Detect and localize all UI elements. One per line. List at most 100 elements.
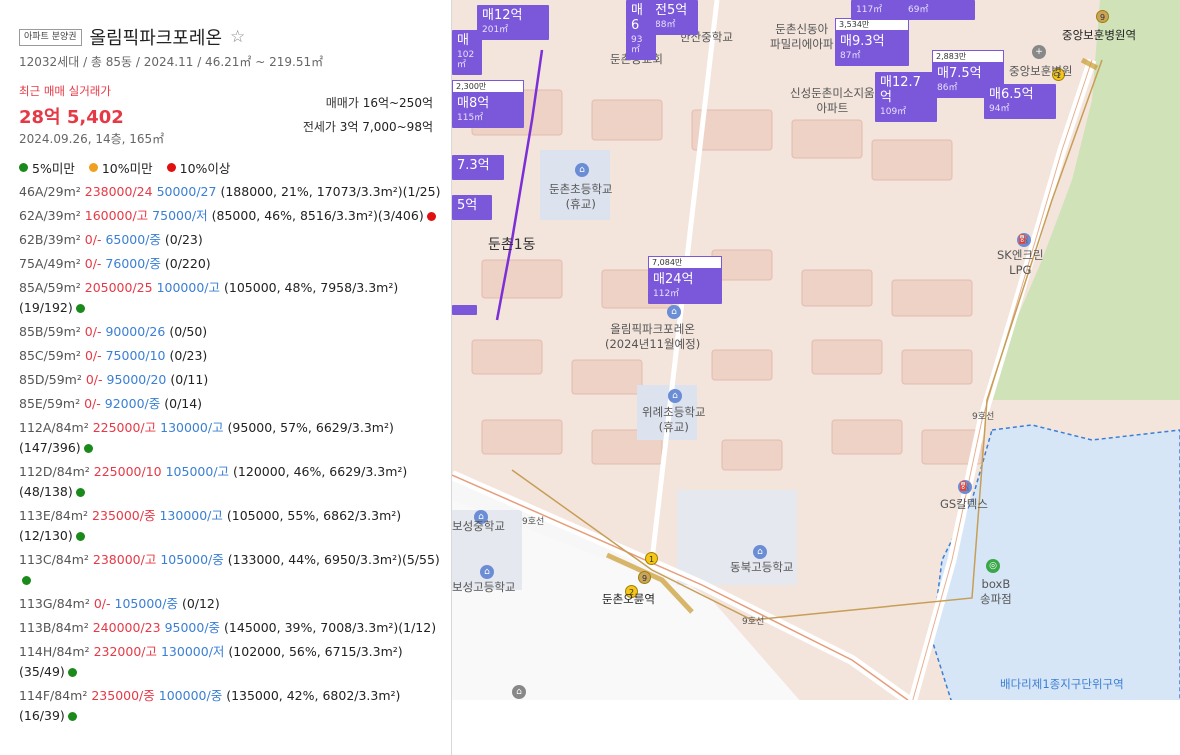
- price-marker[interactable]: 매12.7억 109㎡: [875, 72, 937, 122]
- favorite-star-icon[interactable]: ☆: [230, 27, 245, 47]
- jeonse-price: 65000/중: [105, 232, 161, 247]
- unit-type: 85C/59m²: [19, 348, 81, 363]
- building-blocks: [471, 89, 983, 471]
- sale-price: 235000/중: [92, 508, 156, 523]
- unit-type: 62A/39m²: [19, 208, 81, 223]
- sale-price: 0/-: [84, 348, 102, 363]
- sale-price-range: 매매가 16억~250억: [326, 94, 433, 111]
- marker-area: [452, 308, 477, 315]
- jeonse-price: 130000/고: [160, 420, 224, 435]
- map-label: 위례초등학교 (휴교): [642, 405, 706, 434]
- sale-price: 238000/24: [84, 184, 153, 199]
- unit-type-row[interactable]: 62B/39m² 0/- 65000/중 (0/23): [19, 230, 444, 250]
- jeonse-price: 130000/저: [160, 644, 225, 659]
- school-icon: ⌂: [575, 163, 589, 177]
- jeonse-price-label: 전세가: [302, 120, 336, 134]
- price-marker[interactable]: 117㎡: [851, 0, 907, 20]
- sale-price: 235000/중: [91, 688, 155, 703]
- status-dot: [67, 712, 77, 721]
- marker-unit-price: 7,084만: [648, 256, 722, 269]
- price-marker[interactable]: 2,300만 매8억 115㎡: [452, 80, 524, 128]
- unit-type-row[interactable]: 85D/59m² 0/- 95000/20 (0/11): [19, 370, 444, 390]
- sale-price: 0/-: [85, 372, 103, 387]
- map-label: 배다리제1종지구단위구역: [1000, 677, 1124, 691]
- map-label: 동북고등학교: [730, 560, 794, 574]
- unit-type-row[interactable]: 75A/49m² 0/- 76000/중 (0/220): [19, 254, 444, 274]
- marker-price: 7.3억: [457, 158, 490, 173]
- status-dot: [75, 532, 85, 541]
- price-marker[interactable]: [452, 305, 477, 315]
- unit-type-row[interactable]: 113E/84m² 235000/중 130000/고 (105000, 55%…: [19, 506, 444, 546]
- legend-label: 10%미만: [101, 161, 153, 176]
- jeonse-price: 100000/중: [158, 688, 223, 703]
- marker-price: 매12.7억: [880, 75, 921, 105]
- recent-trade-price: 28억 5,402: [19, 107, 124, 128]
- unit-type-row[interactable]: 85A/59m² 205000/25 100000/고 (105000, 48%…: [19, 278, 444, 318]
- station-line-9-icon[interactable]: 9: [638, 571, 651, 584]
- jeonse-price-value: 3억 7,000~98억: [339, 120, 433, 134]
- price-marker[interactable]: 69㎡: [903, 0, 975, 20]
- marker-price: 매8억: [457, 96, 490, 111]
- price-marker[interactable]: 7,084만 매24억 112㎡: [648, 256, 722, 304]
- price-marker[interactable]: 매6.5억 94㎡: [984, 84, 1056, 119]
- price-marker[interactable]: 5억: [452, 195, 492, 220]
- unit-type: 62B/39m²: [19, 232, 81, 247]
- price-marker[interactable]: 매6 93㎡: [626, 0, 656, 60]
- price-marker[interactable]: 3,534만 매9.3억 87㎡: [835, 18, 909, 66]
- jeonse-price: 105000/중: [160, 552, 224, 567]
- type-badge: 아파트 분양권: [19, 28, 82, 46]
- unit-type-row[interactable]: 114F/84m² 235000/중 100000/중 (135000, 42%…: [19, 686, 444, 726]
- apartment-summary: 12032세대 / 총 85동 / 2024.11 / 46.21㎡ ~ 219…: [19, 55, 324, 69]
- price-marker[interactable]: 매12억 201㎡: [477, 5, 549, 40]
- unit-stats: (0/50): [169, 324, 208, 339]
- unit-type: 46A/29m²: [19, 184, 81, 199]
- station-line-9-icon[interactable]: 9: [1096, 10, 1109, 23]
- marker-unit-price: 2,300만: [452, 80, 524, 93]
- marker-area: 201㎡: [482, 25, 509, 35]
- unit-type-row[interactable]: 62A/39m² 160000/고 75000/저 (85000, 46%, 8…: [19, 206, 444, 226]
- sale-price: 225000/10: [93, 464, 162, 479]
- price-marker[interactable]: 7.3억: [452, 155, 504, 180]
- apartment-name: 올림픽파크포레온: [89, 28, 223, 49]
- map-label: SK엔크린 LPG: [997, 248, 1044, 277]
- map-label: 9호선: [742, 617, 765, 627]
- marker-area: 102㎡: [457, 50, 475, 70]
- marker-price: 5억: [457, 198, 478, 213]
- gas-station-icon: ⛽: [1017, 233, 1031, 247]
- unit-type-row[interactable]: 85E/59m² 0/- 92000/중 (0/14): [19, 394, 444, 414]
- unit-type-row[interactable]: 113B/84m² 240000/23 95000/중 (145000, 39%…: [19, 618, 444, 638]
- unit-type-row[interactable]: 112D/84m² 225000/10 105000/고 (120000, 46…: [19, 462, 444, 502]
- jeonse-price: 95000/20: [106, 372, 167, 387]
- jeonse-price-range: 전세가 3억 7,000~98억: [303, 118, 433, 135]
- price-marker[interactable]: 전5억 88㎡: [650, 0, 698, 35]
- marker-price: 매9.3억: [840, 34, 885, 49]
- price-marker[interactable]: 매 102㎡: [452, 30, 482, 75]
- school-icon: ⌂: [753, 545, 767, 559]
- unit-type-row[interactable]: 113G/84m² 0/- 105000/중 (0/12): [19, 594, 444, 614]
- map-label: 9호선: [522, 517, 545, 527]
- map-view[interactable]: ⌂ ⌂ ⌂ ⌂ ⌂ ⌂ ⛽ ⛽ ◎ + ⌂ 1 2 9 1 9 둔촌1동 둔촌초등…: [452, 0, 1180, 703]
- station-line-1-icon[interactable]: 1: [645, 552, 658, 565]
- map-label: boxB 송파점: [980, 577, 1012, 606]
- map-label: 신성둔촌미소지움 아파트: [790, 86, 875, 115]
- marker-area: 112㎡: [653, 289, 680, 299]
- unit-type: 85B/59m²: [19, 324, 81, 339]
- marker-area: 109㎡: [880, 107, 907, 117]
- status-dot: [75, 304, 85, 313]
- legend-label: 10%이상: [179, 161, 231, 176]
- unit-type-row[interactable]: 112A/84m² 225000/고 130000/고 (95000, 57%,…: [19, 418, 444, 458]
- marker-area: 93㎡: [631, 35, 643, 55]
- sale-price: 238000/고: [92, 552, 157, 567]
- unit-type-row[interactable]: 85B/59m² 0/- 90000/26 (0/50): [19, 322, 444, 342]
- marker-price: 매6: [631, 3, 643, 33]
- jeonse-price: 90000/26: [105, 324, 166, 339]
- unit-type-row[interactable]: 114H/84m² 232000/고 130000/저 (102000, 56%…: [19, 642, 444, 682]
- unit-stats: (85000, 46%, 8516/3.3m²)(3/406): [211, 208, 424, 223]
- school-icon: ⌂: [480, 565, 494, 579]
- unit-type-row[interactable]: 85C/59m² 0/- 75000/10 (0/23): [19, 346, 444, 366]
- unit-type-row[interactable]: 113C/84m² 238000/고 105000/중 (133000, 44%…: [19, 550, 444, 590]
- unit-type-row[interactable]: 46A/29m² 238000/24 50000/27 (188000, 21%…: [19, 182, 444, 202]
- map-label: 9호선: [972, 412, 995, 422]
- unit-stats: (0/12): [181, 596, 220, 611]
- legend-label: 5%미만: [32, 161, 75, 176]
